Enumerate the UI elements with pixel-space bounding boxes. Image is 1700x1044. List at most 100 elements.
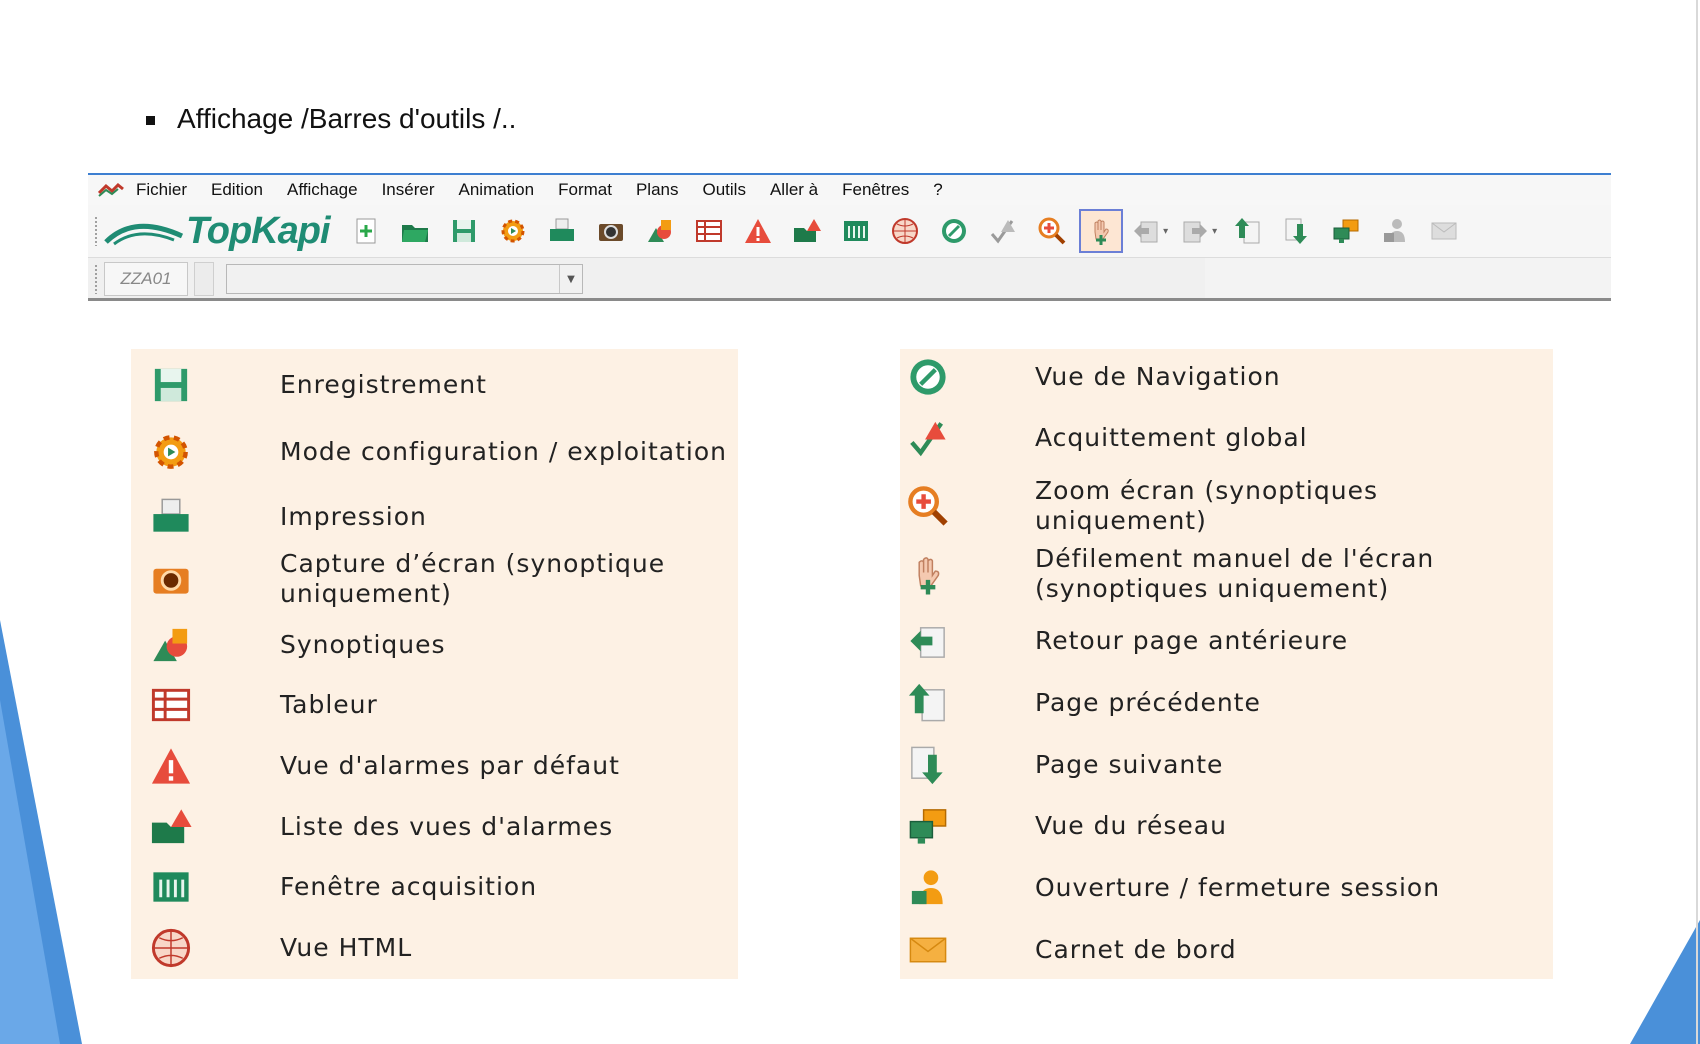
menu-bar: Fichier Edition Affichage Insérer Animat… (88, 175, 1611, 205)
page-previous-icon (1234, 218, 1260, 244)
html-button[interactable] (883, 209, 927, 253)
legend-row: Vue de Navigation (900, 349, 1553, 405)
topkapi-window: Fichier Edition Affichage Insérer Animat… (88, 173, 1611, 301)
page-next-icon (904, 741, 952, 789)
new-icon (356, 218, 376, 244)
config-mode-button[interactable] (491, 209, 535, 253)
legend-label: Vue du réseau (1035, 811, 1227, 840)
camera-icon (598, 224, 623, 241)
network-button[interactable] (1324, 209, 1368, 253)
legend-row: Capture d’écran (synoptique uniquement) (131, 546, 738, 612)
view-combo[interactable]: ▼ (226, 264, 583, 294)
menu-fichier[interactable]: Fichier (136, 180, 187, 200)
legend-row: Enregistrement (131, 357, 738, 413)
synoptic-button[interactable] (638, 209, 682, 253)
logo-text: TopKapi (186, 209, 331, 252)
legend-label: Vue de Navigation (1035, 362, 1281, 391)
menu-edition[interactable]: Edition (211, 180, 263, 200)
acquisition-icon (147, 863, 195, 911)
camera-icon (147, 555, 195, 603)
page-previous-icon (904, 679, 952, 727)
legend-row: Page suivante (900, 737, 1553, 793)
legend-row: Ouverture / fermeture session (900, 860, 1553, 916)
app-icon (98, 183, 124, 197)
back-button[interactable]: ▾ (1128, 209, 1172, 253)
acquisition-button[interactable] (834, 209, 878, 253)
zoom-icon (1038, 217, 1065, 245)
alarm-list-button[interactable] (785, 209, 829, 253)
menu-aller-a[interactable]: Aller à (770, 180, 818, 200)
acquisition-icon (843, 221, 868, 241)
table-button[interactable] (687, 209, 731, 253)
legend-row: Liste des vues d'alarmes (131, 799, 738, 855)
menu-inserer[interactable]: Insérer (382, 180, 435, 200)
network-icon (904, 802, 952, 850)
alarm-button[interactable] (736, 209, 780, 253)
open-folder-icon (401, 225, 428, 242)
toolbar-grip[interactable] (94, 216, 98, 246)
main-toolbar: TopKapi ▾ ▾ (88, 205, 1611, 258)
legend-row: Page précédente (900, 675, 1553, 731)
hand-scroll-icon (904, 550, 952, 598)
menu-fenetres[interactable]: Fenêtres (842, 180, 909, 200)
legend-label: Tableur (280, 690, 378, 719)
save-icon (452, 220, 475, 242)
legend-label: Vue HTML (280, 933, 413, 962)
toolbar2-grip[interactable] (94, 264, 98, 294)
legend-label: Ouverture / fermeture session (1035, 873, 1441, 902)
legend-left-panel: Enregistrement Mode configuration / expl… (131, 349, 738, 979)
bullet-text: Affichage /Barres d'outils /.. (177, 103, 517, 134)
forward-button[interactable]: ▾ (1177, 209, 1221, 253)
slide-decoration-right (1580, 0, 1700, 1044)
chevron-down-icon[interactable]: ▼ (559, 265, 582, 293)
session-button[interactable] (1373, 209, 1417, 253)
legend-row: Impression (131, 489, 738, 545)
print-button[interactable] (540, 209, 584, 253)
save-button[interactable] (442, 209, 486, 253)
menu-help[interactable]: ? (933, 180, 942, 200)
config-mode-icon (501, 219, 525, 243)
navigation-button[interactable] (932, 209, 976, 253)
legend-label: Page suivante (1035, 750, 1224, 779)
page-previous-button[interactable] (1226, 209, 1270, 253)
capture-button[interactable] (589, 209, 633, 253)
alarm-icon (744, 219, 771, 243)
menu-plans[interactable]: Plans (636, 180, 679, 200)
page-next-icon (1285, 218, 1307, 244)
page-next-button[interactable] (1275, 209, 1319, 253)
mail-button[interactable] (1422, 209, 1466, 253)
back-icon (904, 617, 952, 665)
legend-label: Page précédente (1035, 688, 1261, 717)
session-icon (1383, 219, 1405, 242)
acknowledge-icon (990, 220, 1015, 244)
legend-row: Vue du réseau (900, 798, 1553, 854)
legend-label: Synoptiques (280, 630, 446, 659)
menu-format[interactable]: Format (558, 180, 612, 200)
html-globe-icon (891, 218, 918, 244)
config-mode-icon (147, 428, 195, 476)
menu-outils[interactable]: Outils (702, 180, 745, 200)
legend-row: Vue HTML (131, 920, 738, 976)
back-icon (1134, 221, 1158, 243)
mail-icon (1431, 222, 1457, 240)
legend-label: Acquittement global (1035, 423, 1308, 452)
forward-icon (1183, 221, 1208, 243)
legend-row: Tableur (131, 677, 738, 733)
new-button[interactable] (344, 209, 388, 253)
html-globe-icon (147, 924, 195, 972)
table-icon (695, 220, 722, 242)
acknowledge-button[interactable] (981, 209, 1025, 253)
bullet-marker (146, 115, 155, 125)
menu-animation[interactable]: Animation (459, 180, 535, 200)
slide-bullet: Affichage /Barres d'outils /.. (146, 103, 516, 135)
open-button[interactable] (393, 209, 437, 253)
session-icon (904, 864, 952, 912)
zoom-button[interactable] (1030, 209, 1074, 253)
station-field[interactable]: ZZA01 (104, 262, 188, 296)
alarm-list-icon (793, 219, 821, 242)
logo-mark-icon (104, 223, 184, 246)
hand-scroll-button[interactable] (1078, 209, 1123, 253)
navigation-icon (904, 353, 952, 401)
acknowledge-icon (904, 414, 952, 462)
menu-affichage[interactable]: Affichage (287, 180, 358, 200)
